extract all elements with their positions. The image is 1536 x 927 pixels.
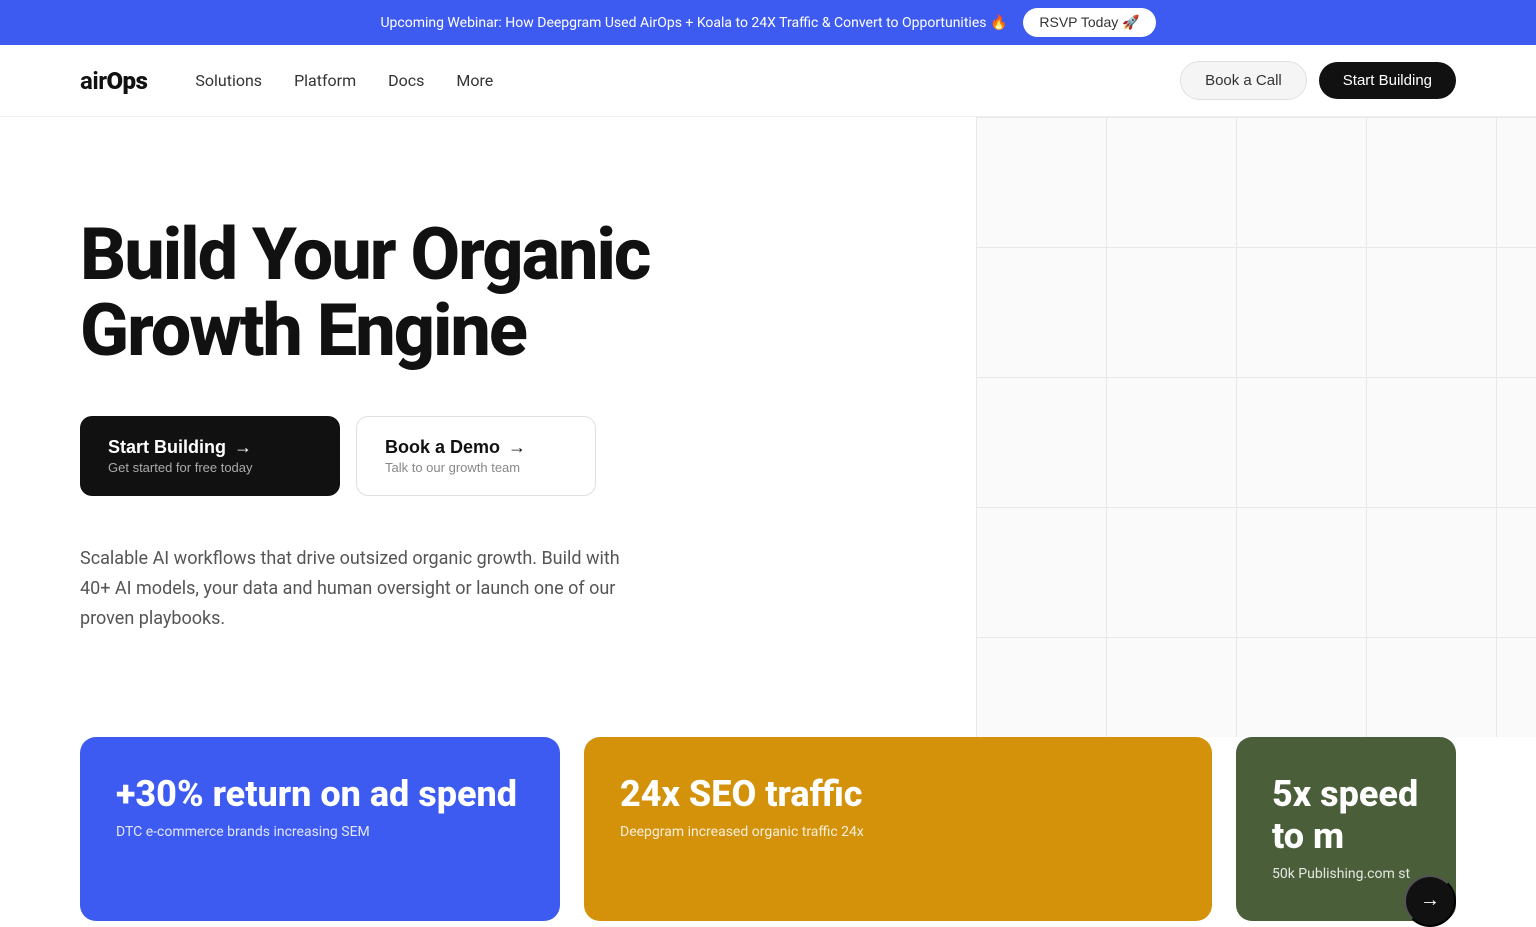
nav-item-docs[interactable]: Docs bbox=[388, 71, 424, 90]
book-call-button[interactable]: Book a Call bbox=[1180, 61, 1307, 100]
hero-section: Build Your Organic Growth Engine Start B… bbox=[0, 117, 1536, 737]
announcement-text: Upcoming Webinar: How Deepgram Used AirO… bbox=[380, 15, 1007, 31]
nav-item-solutions[interactable]: Solutions bbox=[195, 71, 262, 90]
hero-buttons: Start Building → Get started for free to… bbox=[80, 416, 720, 496]
nav-link-more[interactable]: More bbox=[456, 71, 493, 90]
logo[interactable]: airOps bbox=[80, 67, 147, 95]
start-building-title: Start Building → bbox=[108, 437, 252, 458]
start-building-hero-button[interactable]: Start Building → Get started for free to… bbox=[80, 416, 340, 496]
stat-subtitle-amber: Deepgram increased organic traffic 24x bbox=[620, 823, 1176, 843]
nav-link-docs[interactable]: Docs bbox=[388, 71, 424, 90]
stat-card-amber: 24x SEO traffic Deepgram increased organ… bbox=[584, 737, 1212, 921]
hero-title: Build Your Organic Growth Engine bbox=[80, 217, 720, 368]
book-demo-subtitle: Talk to our growth team bbox=[385, 460, 520, 475]
nav-link-platform[interactable]: Platform bbox=[294, 71, 356, 90]
stat-title-green: 5x speed to m bbox=[1272, 773, 1420, 857]
stat-subtitle-blue: DTC e-commerce brands increasing SEM bbox=[116, 823, 524, 843]
book-demo-hero-button[interactable]: Book a Demo → Talk to our growth team bbox=[356, 416, 596, 496]
book-demo-title: Book a Demo → bbox=[385, 437, 526, 458]
book-demo-arrow: → bbox=[508, 437, 526, 458]
nav-link-solutions[interactable]: Solutions bbox=[195, 71, 262, 90]
nav-item-platform[interactable]: Platform bbox=[294, 71, 356, 90]
start-building-arrow: → bbox=[234, 437, 252, 458]
navbar: airOps Solutions Platform Docs More Book… bbox=[0, 45, 1536, 117]
stat-title-amber: 24x SEO traffic bbox=[620, 773, 1176, 815]
hero-grid-background bbox=[976, 117, 1536, 737]
nav-right: Book a Call Start Building bbox=[1180, 61, 1456, 100]
start-building-subtitle: Get started for free today bbox=[108, 460, 253, 475]
start-building-nav-button[interactable]: Start Building bbox=[1319, 62, 1456, 99]
next-arrow-button[interactable]: → bbox=[1404, 875, 1456, 927]
announcement-banner: Upcoming Webinar: How Deepgram Used AirO… bbox=[0, 0, 1536, 45]
nav-item-more[interactable]: More bbox=[456, 71, 493, 90]
stats-section: +30% return on ad spend DTC e-commerce b… bbox=[0, 737, 1536, 921]
logo-text: airOps bbox=[80, 67, 147, 95]
hero-content: Build Your Organic Growth Engine Start B… bbox=[0, 117, 800, 737]
stat-title-blue: +30% return on ad spend bbox=[116, 773, 524, 815]
nav-left: airOps Solutions Platform Docs More bbox=[80, 67, 493, 95]
hero-description: Scalable AI workflows that drive outsize… bbox=[80, 544, 640, 633]
nav-links: Solutions Platform Docs More bbox=[195, 71, 493, 90]
stat-card-blue: +30% return on ad spend DTC e-commerce b… bbox=[80, 737, 560, 921]
rsvp-button[interactable]: RSVP Today 🚀 bbox=[1023, 8, 1155, 37]
stat-subtitle-green: 50k Publishing.com st bbox=[1272, 865, 1420, 885]
